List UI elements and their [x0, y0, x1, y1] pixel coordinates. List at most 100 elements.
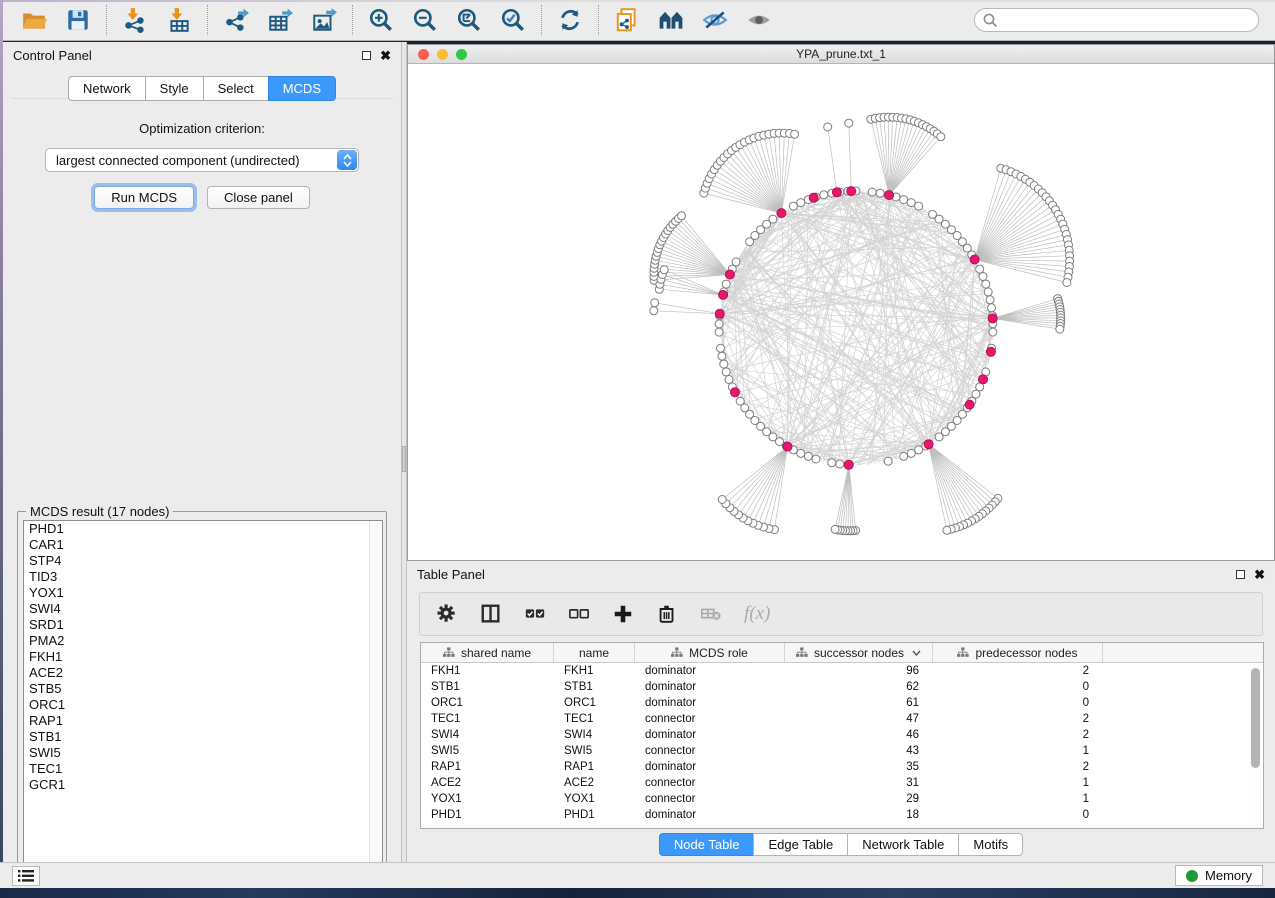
mcds-result-node[interactable]: SWI4 [24, 601, 382, 617]
cell-predecessors: 0 [933, 679, 1103, 695]
table-row[interactable]: STB1STB1dominator620 [421, 679, 1249, 695]
cell-shared_name: FKH1 [421, 663, 554, 679]
mcds-result-node[interactable]: STP4 [24, 553, 382, 569]
table-row[interactable]: SWI4SWI4dominator462 [421, 727, 1249, 743]
mcds-result-node[interactable]: TID3 [24, 569, 382, 585]
hide-selected-icon[interactable] [697, 5, 733, 35]
duplicate-network-icon[interactable] [609, 5, 645, 35]
search-box[interactable] [974, 8, 1259, 32]
mcds-result-node[interactable]: YOX1 [24, 585, 382, 601]
mcds-result-node[interactable]: SRD1 [24, 617, 382, 633]
add-column-icon[interactable] [612, 603, 634, 625]
column-header-predecessor-nodes[interactable]: predecessor nodes [933, 643, 1103, 662]
column-header-MCDS-role[interactable]: MCDS role [635, 643, 785, 662]
cell-shared_name: SWI4 [421, 727, 554, 743]
zoom-out-icon[interactable] [407, 5, 443, 35]
mcds-result-node[interactable]: PMA2 [24, 633, 382, 649]
table-panel-title: Table Panel [417, 567, 485, 582]
table-row[interactable]: TEC1TEC1connector472 [421, 711, 1249, 727]
first-neighbors-icon[interactable] [653, 5, 689, 35]
import-table-icon[interactable] [161, 5, 197, 35]
cell-predecessors: 0 [933, 695, 1103, 711]
memory-button[interactable]: Memory [1175, 865, 1263, 886]
import-network-icon[interactable] [117, 5, 153, 35]
column-header-shared-name[interactable]: shared name [421, 643, 554, 662]
table-row[interactable]: FKH1FKH1dominator962 [421, 663, 1249, 679]
float-panel-icon[interactable] [362, 51, 371, 60]
save-session-icon[interactable] [60, 5, 96, 35]
network-graph[interactable] [408, 64, 1274, 560]
network-column-icon [443, 647, 455, 658]
cell-successors: 47 [785, 711, 933, 727]
mcds-result-node[interactable]: SWI5 [24, 745, 382, 761]
table-row[interactable]: YOX1YOX1connector291 [421, 791, 1249, 807]
zoom-in-icon[interactable] [363, 5, 399, 35]
node-table: shared namenameMCDS rolesuccessor nodesp… [420, 642, 1264, 829]
mcds-result-node[interactable]: ORC1 [24, 697, 382, 713]
zoom-selected-icon[interactable] [495, 5, 531, 35]
mcds-result-node[interactable]: ACE2 [24, 665, 382, 681]
search-input[interactable] [1003, 13, 1250, 27]
table-scrollbar-thumb[interactable] [1251, 668, 1260, 768]
mcds-result-node[interactable]: PHD1 [24, 521, 382, 537]
mcds-result-node[interactable]: GCR1 [24, 777, 382, 793]
table-row[interactable]: SWI5SWI5connector431 [421, 743, 1249, 759]
cell-successors: 46 [785, 727, 933, 743]
column-header-name[interactable]: name [554, 643, 635, 662]
tab-edge-table[interactable]: Edge Table [753, 833, 847, 856]
tab-node-table[interactable]: Node Table [659, 833, 754, 856]
mcds-result-node[interactable]: STB5 [24, 681, 382, 697]
zoom-fit-icon[interactable] [451, 5, 487, 35]
node-table-header: shared namenameMCDS rolesuccessor nodesp… [421, 643, 1263, 663]
export-network-icon[interactable] [218, 5, 254, 35]
cell-shared_name: ORC1 [421, 695, 554, 711]
tab-motifs[interactable]: Motifs [958, 833, 1023, 856]
cell-successors: 35 [785, 759, 933, 775]
tab-network-table[interactable]: Network Table [847, 833, 958, 856]
table-scrollbar[interactable] [1249, 664, 1262, 828]
select-all-icon[interactable] [524, 603, 546, 625]
deselect-all-icon[interactable] [568, 603, 590, 625]
table-row[interactable]: PHD1PHD1dominator180 [421, 807, 1249, 823]
close-panel-icon[interactable]: ✖ [380, 51, 391, 60]
status-list-button[interactable] [12, 866, 40, 886]
tab-select[interactable]: Select [203, 76, 268, 101]
cell-shared_name: PHD1 [421, 807, 554, 823]
table-settings-icon[interactable] [436, 603, 458, 625]
tab-style[interactable]: Style [145, 76, 203, 101]
cell-name: SWI5 [554, 743, 635, 759]
run-mcds-button[interactable]: Run MCDS [94, 186, 194, 209]
table-row[interactable]: RAP1RAP1dominator352 [421, 759, 1249, 775]
optimization-criterion-select[interactable]: largest connected component (undirected) [45, 148, 359, 172]
export-table-icon[interactable] [262, 5, 298, 35]
close-panel-button[interactable]: Close panel [207, 186, 310, 209]
mcds-result-node[interactable]: STB1 [24, 729, 382, 745]
mcds-result-node[interactable]: CAR1 [24, 537, 382, 553]
apply-layout-icon[interactable] [552, 5, 588, 35]
table-row[interactable]: ORC1ORC1dominator610 [421, 695, 1249, 711]
mcds-result-list[interactable]: PHD1CAR1STP4TID3YOX1SWI4SRD1PMA2FKH1ACE2… [23, 520, 383, 876]
float-table-panel-icon[interactable] [1236, 570, 1245, 579]
network-column-icon [671, 647, 683, 658]
main-toolbar [0, 0, 1275, 41]
result-list-scrollbar[interactable] [369, 521, 382, 875]
mcds-result-node[interactable]: TEC1 [24, 761, 382, 777]
tab-mcds[interactable]: MCDS [268, 76, 336, 101]
table-row[interactable]: ACE2ACE2connector311 [421, 775, 1249, 791]
mcds-result-node[interactable]: FKH1 [24, 649, 382, 665]
export-image-icon[interactable] [306, 5, 342, 35]
splitter-handle[interactable] [402, 446, 406, 472]
cell-role: connector [635, 775, 785, 791]
tab-network[interactable]: Network [68, 76, 145, 101]
delete-column-icon[interactable] [656, 603, 678, 625]
open-session-icon[interactable] [16, 5, 52, 35]
mcds-result-title: MCDS result (17 nodes) [26, 504, 173, 519]
mcds-result-node[interactable]: RAP1 [24, 713, 382, 729]
close-table-panel-icon[interactable]: ✖ [1254, 570, 1265, 579]
control-panel-title: Control Panel [13, 48, 92, 63]
column-header-successor-nodes[interactable]: successor nodes [785, 643, 933, 662]
cell-name: YOX1 [554, 791, 635, 807]
network-canvas[interactable] [408, 64, 1274, 560]
column-split-icon[interactable] [480, 603, 502, 625]
show-all-icon[interactable] [741, 5, 777, 35]
